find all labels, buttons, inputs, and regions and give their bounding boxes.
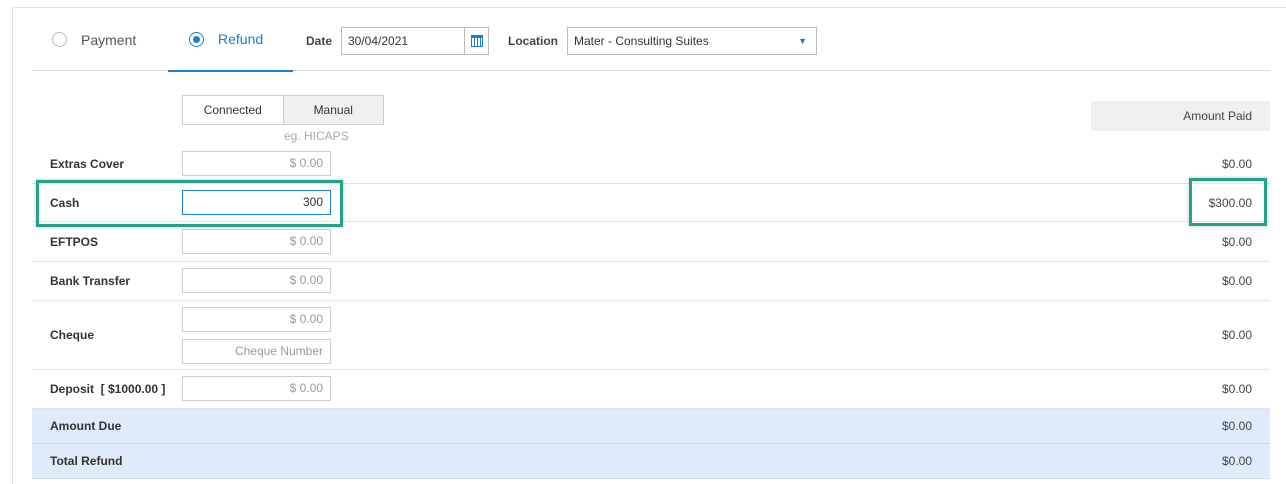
row-label: Deposit [ $1000.00 ] bbox=[50, 382, 166, 396]
location-label: Location bbox=[508, 34, 558, 48]
table-row-eftpos: EFTPOS $ 0.00 $0.00 bbox=[32, 222, 1270, 262]
dropdown-arrow-icon: ▼ bbox=[798, 36, 807, 46]
cheque-amount-input[interactable]: $ 0.00 bbox=[182, 307, 331, 332]
row-amount: $0.00 bbox=[1221, 328, 1252, 342]
cash-highlight-box bbox=[36, 180, 343, 227]
tab-payment[interactable]: Payment bbox=[52, 8, 136, 71]
radio-checked-icon bbox=[189, 31, 204, 47]
tab-refund-label: Refund bbox=[218, 31, 264, 47]
row-label: EFTPOS bbox=[50, 235, 99, 249]
top-bar: Payment Refund Date 30/04/2021 Location … bbox=[32, 8, 1270, 72]
row-label: Bank Transfer bbox=[50, 274, 131, 288]
total-refund-row: Total Refund $0.00 bbox=[32, 444, 1270, 479]
row-amount: $0.00 bbox=[1221, 382, 1252, 396]
row-label: Cheque bbox=[50, 328, 95, 342]
summary-amount: $0.00 bbox=[1221, 419, 1252, 433]
row-amount: $0.00 bbox=[1221, 274, 1252, 288]
toggle-hint: eg. HICAPS bbox=[284, 129, 349, 143]
row-label: Extras Cover bbox=[50, 157, 125, 171]
summary-label: Amount Due bbox=[50, 419, 122, 433]
table-row-extras-cover: Extras Cover $ 0.00 $0.00 bbox=[32, 145, 1270, 184]
location-select[interactable]: Mater - Consulting Suites ▼ bbox=[567, 27, 817, 55]
extras-cover-input[interactable]: $ 0.00 bbox=[182, 151, 331, 176]
summary-label: Total Refund bbox=[50, 454, 123, 468]
cash-amount-highlight-box bbox=[1189, 178, 1267, 226]
manual-button[interactable]: Manual bbox=[282, 96, 383, 124]
row-amount: $0.00 bbox=[1221, 235, 1252, 249]
calendar-button[interactable] bbox=[464, 27, 489, 55]
tab-payment-label: Payment bbox=[81, 31, 137, 48]
table-row-deposit: Deposit [ $1000.00 ] $ 0.00 $0.00 bbox=[32, 370, 1270, 409]
table-row-cheque: Cheque $ 0.00 Cheque Number $0.00 bbox=[32, 301, 1270, 370]
bank-transfer-input[interactable]: $ 0.00 bbox=[182, 268, 331, 293]
row-amount: $0.00 bbox=[1221, 157, 1252, 171]
table-row-bank-transfer: Bank Transfer $ 0.00 $0.00 bbox=[32, 262, 1270, 301]
calendar-icon bbox=[470, 35, 483, 47]
amount-due-row: Amount Due $0.00 bbox=[32, 409, 1270, 444]
amount-paid-header: Amount Paid bbox=[1091, 101, 1270, 131]
cheque-number-input[interactable]: Cheque Number bbox=[182, 339, 331, 364]
tab-refund[interactable]: Refund bbox=[168, 8, 293, 72]
location-selected-value: Mater - Consulting Suites bbox=[574, 34, 709, 48]
date-input[interactable]: 30/04/2021 bbox=[341, 27, 465, 55]
date-label: Date bbox=[306, 34, 333, 48]
deposit-input[interactable]: $ 0.00 bbox=[182, 376, 331, 401]
terminal-mode-toggle: Connected Manual bbox=[182, 95, 384, 125]
connected-button[interactable]: Connected bbox=[183, 96, 283, 124]
radio-unchecked-icon bbox=[52, 32, 67, 47]
eftpos-input[interactable]: $ 0.00 bbox=[182, 229, 331, 254]
summary-amount: $0.00 bbox=[1221, 454, 1252, 468]
